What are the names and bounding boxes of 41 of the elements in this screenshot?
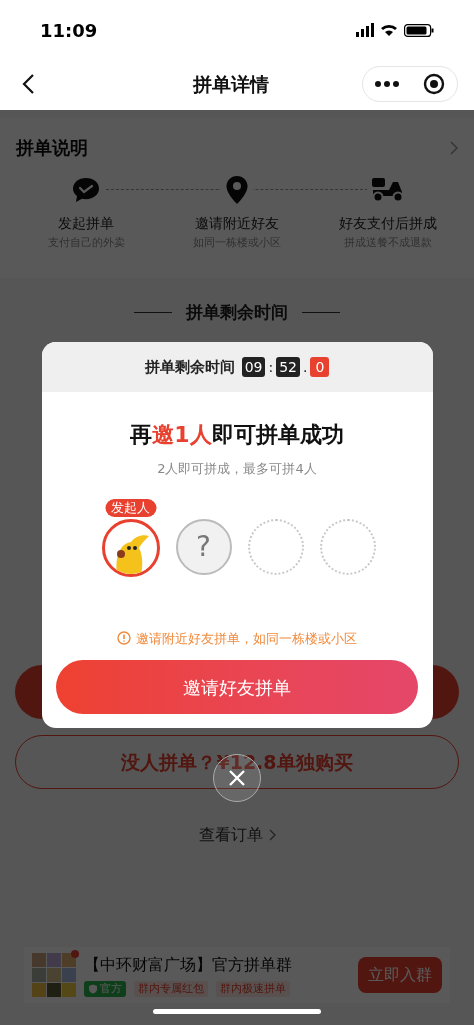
timer-separator: . bbox=[303, 357, 308, 377]
step-title: 邀请附近好友 bbox=[195, 214, 279, 233]
initiator-badge: 发起人 bbox=[105, 498, 156, 517]
group-tag: 群内专属红包 bbox=[134, 980, 208, 998]
chat-check-icon bbox=[71, 176, 101, 204]
timer-label: 拼单剩余时间 bbox=[144, 356, 235, 378]
join-group-button[interactable]: 立即入群 bbox=[358, 957, 442, 993]
view-order-link[interactable]: 查看订单 bbox=[198, 823, 276, 847]
dialog-headline: 再邀1人即可拼单成功 bbox=[130, 421, 344, 449]
section-title: 拼单说明 bbox=[16, 136, 88, 160]
signal-icon bbox=[356, 23, 374, 37]
group-avatar-grid bbox=[32, 953, 76, 997]
battery-icon bbox=[404, 23, 434, 37]
timer-digits: 52 bbox=[276, 357, 300, 377]
page-title: 拼单详情 bbox=[193, 71, 269, 97]
group-tag: 群内极速拼单 bbox=[216, 980, 290, 998]
empty-member-slot bbox=[247, 518, 304, 575]
timer-separator: : bbox=[268, 357, 274, 377]
dialog-subtitle: 2人即可拼成，最多可拼4人 bbox=[157, 460, 317, 478]
location-pin-icon bbox=[225, 175, 249, 205]
empty-member-slot bbox=[319, 518, 376, 575]
more-icon[interactable] bbox=[375, 81, 399, 87]
official-label: 官方 bbox=[100, 980, 122, 997]
step-title: 发起拼单 bbox=[58, 214, 114, 233]
pending-member-slot: ? bbox=[175, 518, 232, 575]
timer-digits: 0 bbox=[310, 357, 330, 377]
mascot-avatar bbox=[101, 518, 160, 577]
info-icon bbox=[117, 631, 131, 646]
invite-friends-button[interactable]: 邀请好友拼单 bbox=[56, 660, 418, 714]
shield-icon bbox=[88, 984, 98, 994]
close-mini-program-icon[interactable] bbox=[423, 73, 445, 95]
status-time: 11:09 bbox=[40, 18, 98, 43]
timer-digits: 09 bbox=[241, 357, 266, 377]
close-icon bbox=[227, 768, 247, 788]
group-name: 【中环财富广场】官方拼单群 bbox=[84, 953, 293, 976]
capsule-menu[interactable] bbox=[362, 66, 458, 102]
countdown-heading: 拼单剩余时间 bbox=[186, 300, 288, 324]
wifi-icon bbox=[380, 23, 398, 37]
chevron-right-icon bbox=[268, 829, 276, 841]
dialog-hint: 邀请附近好友拼单，如同一栋楼或小区 bbox=[136, 629, 357, 648]
step-title: 好友支付后拼成 bbox=[339, 214, 437, 233]
